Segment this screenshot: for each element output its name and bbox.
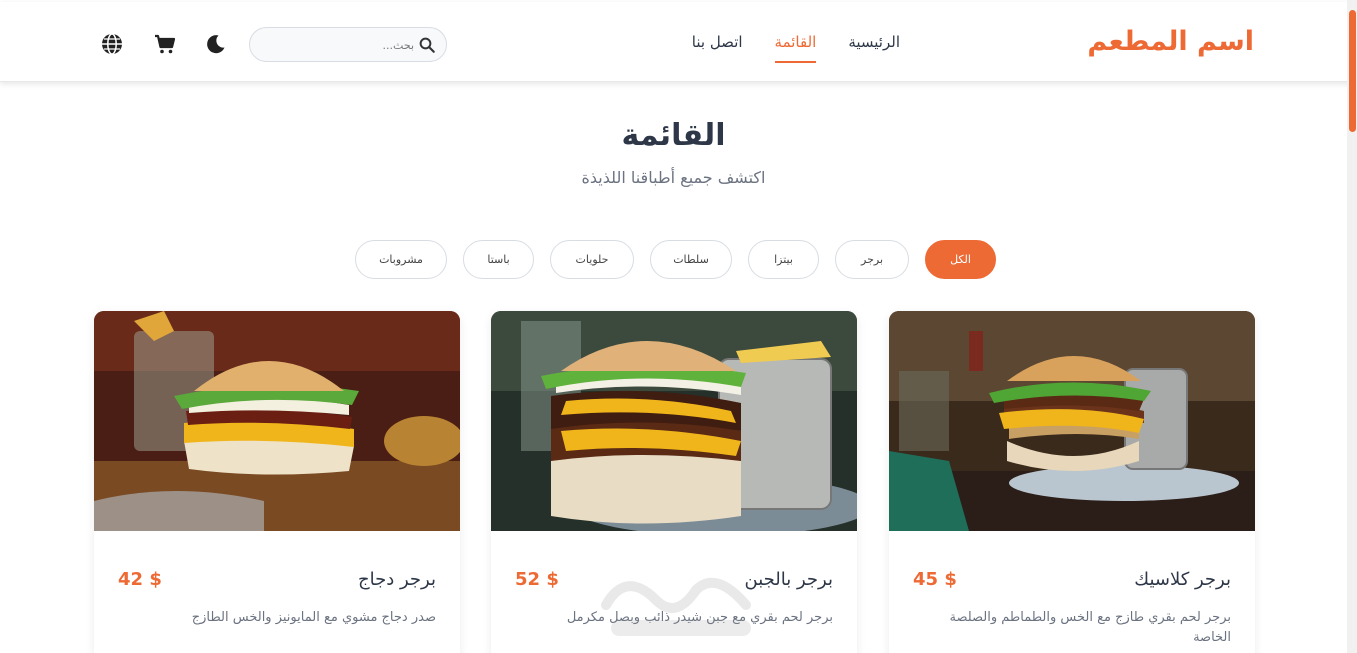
page-subtitle: اكتشف جميع أطباقنا اللذيذة bbox=[581, 168, 766, 187]
moon-icon[interactable] bbox=[204, 32, 228, 56]
card-title: برجر كلاسيك bbox=[1134, 569, 1231, 590]
card-price: 42 $ bbox=[118, 569, 162, 590]
card-price: 52 $ bbox=[515, 569, 559, 590]
card-title: برجر بالجبن bbox=[744, 569, 833, 590]
filter-drinks[interactable]: مشروبات bbox=[355, 240, 447, 279]
filter-pasta[interactable]: باستا bbox=[463, 240, 534, 279]
card-description: برجر لحم بقري مع جبن شيدر ذائب وبصل مكرم… bbox=[566, 610, 833, 625]
search-icon[interactable] bbox=[418, 36, 436, 54]
card-price: 45 $ bbox=[913, 569, 957, 590]
filter-pizza[interactable]: بيتزا bbox=[748, 240, 819, 279]
filter-burger[interactable]: برجر bbox=[835, 240, 909, 279]
burger-photo bbox=[94, 311, 460, 531]
nav-links: الرئيسية القائمة اتصل بنا bbox=[660, 33, 900, 63]
search-input[interactable] bbox=[264, 35, 414, 55]
brand-logo[interactable]: اسم المطعم bbox=[1087, 26, 1254, 57]
nav-link-contact[interactable]: اتصل بنا bbox=[692, 33, 743, 63]
cart-icon[interactable] bbox=[153, 32, 177, 56]
page-scrollbar[interactable] bbox=[1347, 0, 1357, 653]
search-box bbox=[249, 27, 447, 62]
nav-link-menu[interactable]: القائمة bbox=[774, 33, 817, 63]
burger-photo bbox=[491, 311, 857, 531]
card-title: برجر دجاج bbox=[358, 569, 436, 590]
burger-photo bbox=[889, 311, 1255, 531]
card-description: صدر دجاج مشوي مع المايونيز والخس الطازج bbox=[191, 610, 436, 625]
category-filters: الكل برجر بيتزا سلطات حلويات باستا مشروب… bbox=[353, 240, 996, 280]
filter-salads[interactable]: سلطات bbox=[650, 240, 732, 279]
menu-card[interactable]: برجر بالجبن 52 $ برجر لحم بقري مع جبن شي… bbox=[491, 311, 857, 653]
menu-card[interactable]: برجر كلاسيك 45 $ برجر لحم بقري طازج مع ا… bbox=[889, 311, 1255, 653]
nav-link-home[interactable]: الرئيسية bbox=[848, 33, 900, 63]
menu-card[interactable]: برجر دجاج 42 $ صدر دجاج مشوي مع المايوني… bbox=[94, 311, 460, 653]
scrollbar-thumb[interactable] bbox=[1349, 10, 1356, 132]
globe-icon[interactable] bbox=[100, 32, 124, 56]
page-title: القائمة bbox=[621, 118, 726, 153]
navbar: اسم المطعم الرئيسية القائمة اتصل بنا bbox=[0, 2, 1357, 82]
card-description: برجر لحم بقري طازج مع الخس والطماطم والص… bbox=[949, 610, 1231, 645]
filter-desserts[interactable]: حلويات bbox=[550, 240, 634, 279]
filter-all[interactable]: الكل bbox=[925, 240, 996, 279]
